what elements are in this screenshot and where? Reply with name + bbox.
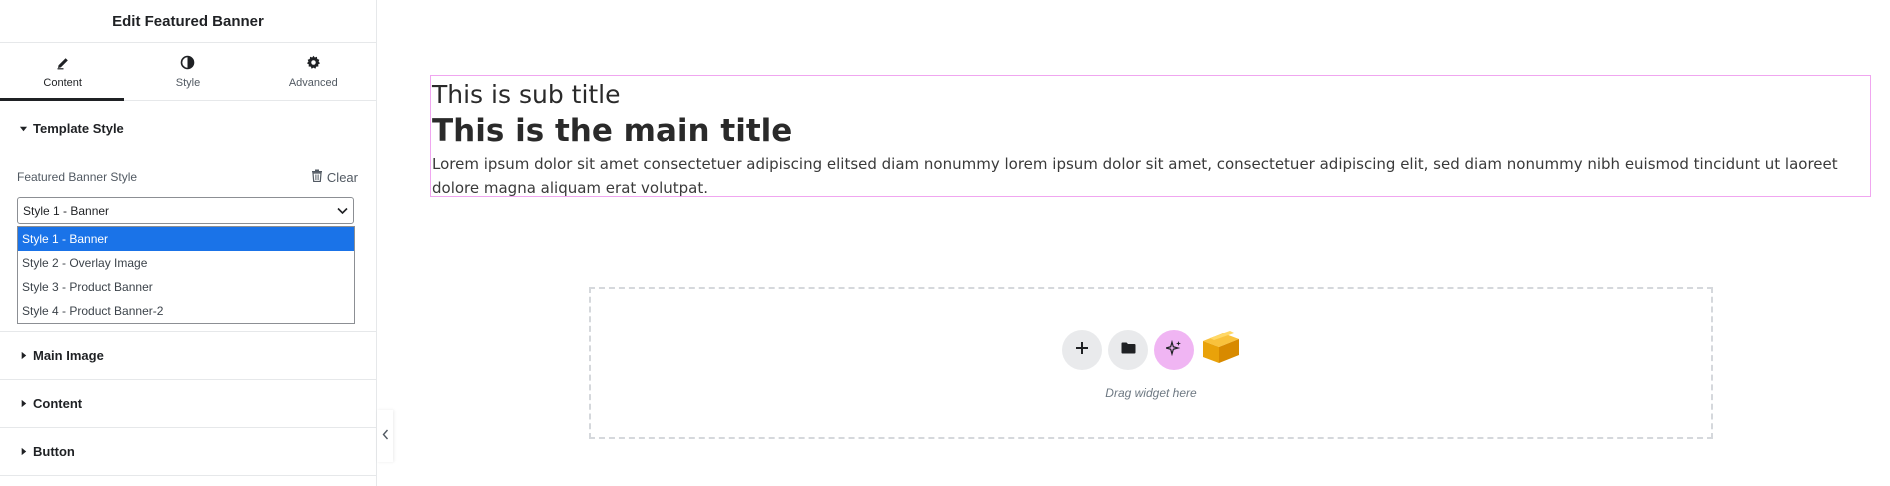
section-content-label: Content: [33, 396, 83, 411]
section-main-image[interactable]: Main Image: [0, 332, 376, 380]
style-options-list: Style 1 - Banner Style 2 - Overlay Image…: [17, 226, 355, 324]
add-section-button[interactable]: [1062, 330, 1102, 370]
banner-main-title: This is the main title: [432, 113, 793, 149]
addons-library-button[interactable]: [1200, 330, 1240, 370]
tab-style[interactable]: Style: [125, 43, 250, 100]
chevron-down-icon: [337, 204, 348, 218]
clear-button-label: Clear: [326, 169, 358, 185]
editor-panel: Edit Featured Banner Content Style Advan…: [0, 0, 377, 486]
tab-content[interactable]: Content: [0, 43, 125, 100]
featured-banner-widget[interactable]: This is sub title This is the main title…: [430, 75, 1871, 197]
style-option[interactable]: Style 3 - Product Banner: [18, 275, 354, 299]
box-icon: [1199, 330, 1241, 370]
caret-right-icon: [18, 447, 28, 457]
style-option[interactable]: Style 1 - Banner: [18, 227, 354, 251]
tab-advanced[interactable]: Advanced: [251, 43, 376, 100]
tab-content-label: Content: [43, 76, 82, 89]
banner-description: Lorem ipsum dolor sit amet consectetuer …: [432, 155, 1838, 197]
featured-banner-style-label: Featured Banner Style: [17, 170, 138, 184]
section-template-style-label: Template Style: [33, 120, 124, 136]
collapse-panel-handle[interactable]: [377, 410, 393, 462]
section-main-image-label: Main Image: [33, 348, 104, 363]
panel-sections: Main Image Content Button: [0, 331, 376, 476]
trash-icon: [311, 169, 323, 185]
active-tab-indicator: [0, 98, 124, 101]
section-content[interactable]: Content: [0, 380, 376, 428]
gear-icon: [305, 55, 321, 71]
editor-app: Edit Featured Banner Content Style Advan…: [0, 0, 1890, 486]
add-template-button[interactable]: [1108, 330, 1148, 370]
banner-sub-title: This is sub title: [432, 80, 621, 109]
section-button-label: Button: [33, 444, 75, 459]
style-control-row: Featured Banner Style Clear: [0, 169, 376, 185]
tab-style-label: Style: [175, 76, 201, 89]
tab-advanced-label: Advanced: [288, 76, 338, 89]
caret-right-icon: [18, 399, 28, 409]
featured-banner-style-select[interactable]: Style 1 - Banner: [17, 197, 354, 224]
panel-header: Edit Featured Banner: [0, 0, 376, 43]
half-circle-icon: [180, 55, 196, 71]
select-current-value: Style 1 - Banner: [23, 203, 110, 218]
style-option[interactable]: Style 2 - Overlay Image: [18, 251, 354, 275]
empty-section-drop-zone[interactable]: Drag widget here: [589, 287, 1713, 439]
panel-title: Edit Featured Banner: [112, 12, 264, 30]
sparkle-icon: [1163, 339, 1182, 361]
folder-icon: [1121, 341, 1136, 359]
style-option[interactable]: Style 4 - Product Banner-2: [18, 299, 354, 323]
section-button[interactable]: Button: [0, 428, 376, 476]
section-template-style[interactable]: Template Style: [0, 109, 376, 147]
panel-tabs: Content Style Advanced: [0, 43, 376, 101]
caret-down-icon: [18, 123, 28, 133]
chevron-left-icon: [382, 427, 389, 445]
caret-right-icon: [18, 351, 28, 361]
drop-zone-buttons: [1062, 330, 1240, 370]
drag-widget-text: Drag widget here: [1105, 386, 1197, 400]
ai-generate-button[interactable]: [1154, 330, 1194, 370]
pencil-icon: [55, 55, 71, 71]
add-icon: [1075, 341, 1089, 360]
clear-button[interactable]: Clear: [311, 169, 358, 185]
